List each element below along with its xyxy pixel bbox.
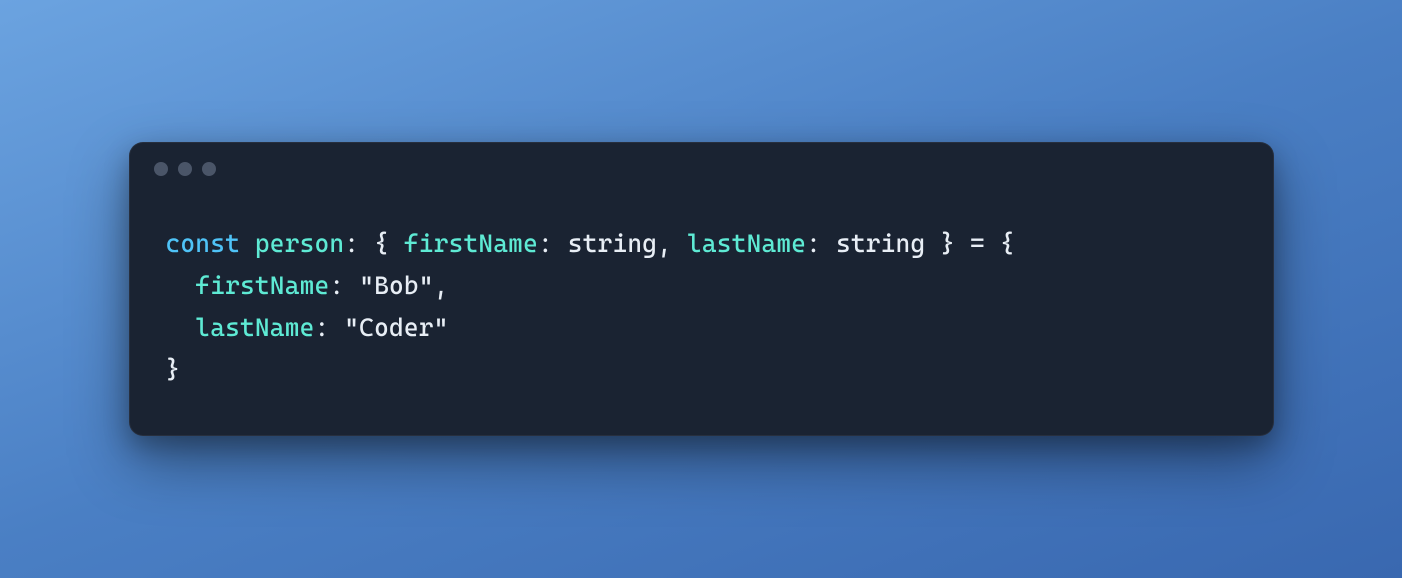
code-text: } [925, 229, 955, 258]
code-text: , [657, 229, 687, 258]
type-prop-firstname: firstName [404, 229, 538, 258]
window-titlebar [130, 143, 1273, 195]
code-text [166, 313, 196, 342]
identifier-person: person [255, 229, 344, 258]
maximize-icon[interactable] [202, 162, 216, 176]
obj-prop-lastname: lastName [195, 313, 314, 342]
code-text: : [344, 229, 374, 258]
code-text: : [329, 271, 359, 300]
type-string: string [836, 229, 925, 258]
string-literal: "Bob" [359, 271, 434, 300]
close-icon[interactable] [154, 162, 168, 176]
string-literal: "Coder" [344, 313, 448, 342]
code-text: : [538, 229, 568, 258]
code-text: = [955, 229, 1000, 258]
code-window: const person: { firstName: string, lastN… [129, 142, 1274, 436]
code-block: const person: { firstName: string, lastN… [130, 195, 1273, 435]
code-text: } [166, 355, 181, 384]
code-text: : [806, 229, 836, 258]
code-text: , [434, 271, 449, 300]
code-text [166, 271, 196, 300]
minimize-icon[interactable] [178, 162, 192, 176]
code-text: { [1000, 229, 1015, 258]
type-prop-lastname: lastName [687, 229, 806, 258]
keyword-const: const [166, 229, 241, 258]
code-text: : [314, 313, 344, 342]
code-text: { [374, 229, 404, 258]
obj-prop-firstname: firstName [195, 271, 329, 300]
type-string: string [568, 229, 657, 258]
code-text [240, 229, 255, 258]
